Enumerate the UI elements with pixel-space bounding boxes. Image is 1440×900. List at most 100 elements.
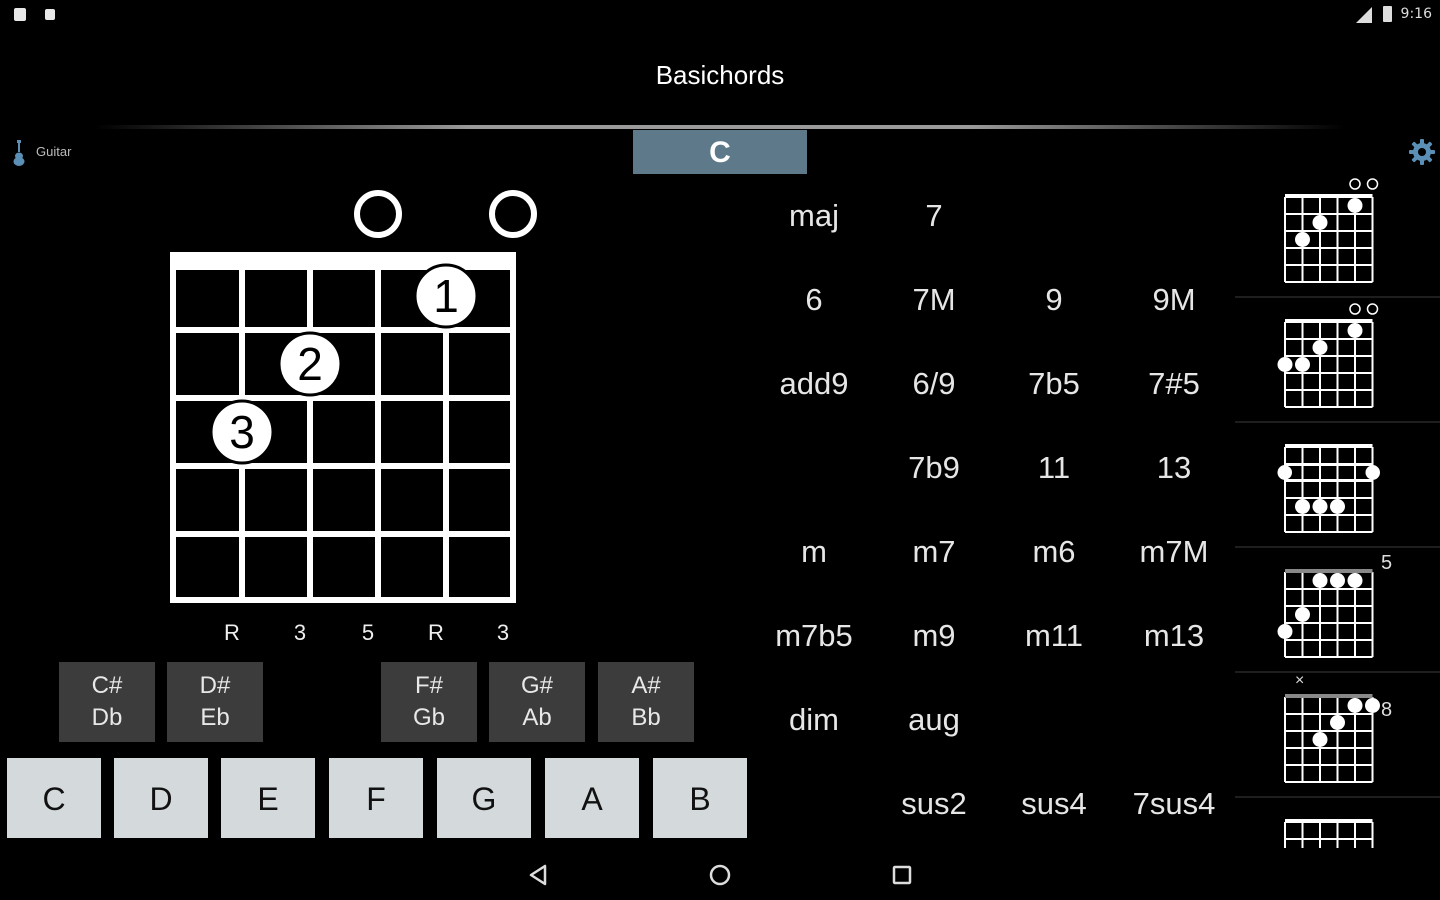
finger-dot: [1347, 698, 1363, 713]
chord-type-m6[interactable]: m6: [994, 534, 1114, 570]
chord-type-add9[interactable]: add9: [754, 366, 874, 402]
key-d[interactable]: D: [114, 758, 208, 838]
finger-dot: [1365, 465, 1380, 480]
chord-type-aug[interactable]: aug: [874, 702, 994, 738]
key-label-top: F#: [414, 672, 443, 699]
tone-label: 5: [361, 620, 375, 645]
chord-type-m[interactable]: m: [754, 534, 874, 570]
title-divider: [95, 125, 1345, 129]
chord-type-maj[interactable]: maj: [754, 198, 874, 234]
tone-label: 3: [293, 620, 307, 645]
fretboard-grid: 1 23: [170, 190, 537, 603]
finger-dot: [1312, 732, 1328, 747]
root-note-tab[interactable]: C: [633, 130, 807, 174]
key-label-top: A#: [631, 672, 661, 699]
chord-type-7sharp5[interactable]: 7#5: [1114, 366, 1234, 402]
chord-diagram-thumbnail[interactable]: 8 ×: [1235, 675, 1435, 793]
key-g[interactable]: G: [437, 758, 531, 838]
tone-label: 3: [496, 620, 510, 645]
finger-dot: [1330, 715, 1345, 730]
status-time: 9:16: [1400, 6, 1432, 22]
open-string-marker: [1366, 178, 1379, 190]
chord-type-13[interactable]: 13: [1114, 450, 1234, 486]
finger-dot: [1312, 340, 1328, 355]
key-f-sharp[interactable]: F# Gb: [381, 662, 477, 742]
diagram-divider: [1235, 296, 1440, 298]
chord-type-11[interactable]: 11: [994, 450, 1114, 486]
diagram-divider: [1235, 796, 1440, 798]
chord-type-7M[interactable]: 7M: [874, 282, 994, 318]
key-f[interactable]: F: [329, 758, 423, 838]
chord-type-sus2[interactable]: sus2: [874, 786, 994, 822]
chord-type-m13[interactable]: m13: [1114, 618, 1234, 654]
battery-icon: [1383, 6, 1392, 22]
key-label-bottom: Ab: [522, 704, 552, 731]
finger-dot: [1347, 573, 1363, 588]
diagram-divider: [1235, 546, 1440, 548]
key-label-bottom: Db: [91, 704, 123, 731]
key-b[interactable]: B: [653, 758, 747, 838]
signal-icon: [1356, 7, 1372, 23]
home-icon[interactable]: [705, 860, 735, 890]
finger-dot: [1295, 232, 1310, 247]
finger-dot: [1312, 573, 1328, 588]
back-icon[interactable]: [524, 860, 554, 890]
chord-diagram-thumbnail[interactable]: [1235, 800, 1435, 848]
chord-fretboard: 123 R 3 5 R 3: [150, 180, 550, 650]
chord-type-dim[interactable]: dim: [754, 702, 874, 738]
key-c[interactable]: C: [7, 758, 101, 838]
instrument-selector[interactable]: Guitar: [8, 138, 98, 166]
mini-fretboard: [1277, 444, 1380, 533]
diagram-divider: [1235, 671, 1440, 673]
settings-gear-icon[interactable]: [1408, 138, 1436, 166]
muted-string-marker: ×: [1295, 675, 1305, 689]
notification-icon: [14, 8, 26, 21]
key-label-top: D#: [199, 672, 231, 699]
chord-type-m7M[interactable]: m7M: [1114, 534, 1234, 570]
finger-dot: [1330, 573, 1345, 588]
tone-label: R: [428, 620, 444, 645]
finger-number: 1: [433, 270, 459, 322]
chord-type-7sus4[interactable]: 7sus4: [1114, 786, 1234, 822]
key-a[interactable]: A: [545, 758, 639, 838]
finger-dot: [1312, 499, 1328, 514]
chord-type-m7b5[interactable]: m7b5: [754, 618, 874, 654]
chord-diagram-thumbnail[interactable]: [1235, 175, 1435, 293]
chord-type-7[interactable]: 7: [874, 198, 994, 234]
open-string-marker: [1349, 303, 1361, 315]
finger-dot: [1278, 465, 1292, 480]
navigation-bar: [0, 850, 1440, 900]
finger-dot: [1277, 624, 1293, 639]
app-title: Basichords: [655, 60, 785, 90]
key-d-sharp[interactable]: D# Eb: [167, 662, 263, 742]
chord-type-9[interactable]: 9: [994, 282, 1114, 318]
finger-dot: [1295, 357, 1310, 372]
key-a-sharp[interactable]: A# Bb: [598, 662, 694, 742]
diagram-divider: [1235, 421, 1440, 423]
open-string-marker: [489, 190, 537, 238]
chord-diagram-thumbnail[interactable]: [1235, 300, 1435, 418]
diagram-position-label: 8: [1381, 699, 1393, 721]
finger-number: 3: [229, 406, 255, 458]
key-label-bottom: Eb: [200, 704, 230, 731]
key-label-top: C#: [91, 672, 123, 699]
chord-type-6[interactable]: 6: [754, 282, 874, 318]
status-bar: 9:16: [0, 0, 1440, 30]
chord-type-m11[interactable]: m11: [994, 618, 1114, 654]
key-g-sharp[interactable]: G# Ab: [489, 662, 585, 742]
chord-type-6-9[interactable]: 6/9: [874, 366, 994, 402]
key-c-sharp[interactable]: C# Db: [59, 662, 155, 742]
chord-diagram-thumbnail[interactable]: [1235, 425, 1435, 543]
chord-type-7b5[interactable]: 7b5: [994, 366, 1114, 402]
chord-diagram-thumbnail[interactable]: 5: [1235, 550, 1435, 668]
finger-dot: [1365, 698, 1380, 713]
chord-type-9M[interactable]: 9M: [1114, 282, 1234, 318]
key-e[interactable]: E: [221, 758, 315, 838]
finger-dot: [1295, 499, 1310, 514]
chord-type-sus4[interactable]: sus4: [994, 786, 1114, 822]
chord-type-m7[interactable]: m7: [874, 534, 994, 570]
finger-dot: [1347, 198, 1363, 213]
chord-type-7b9[interactable]: 7b9: [874, 450, 994, 486]
recents-icon[interactable]: [887, 860, 917, 890]
chord-type-m9[interactable]: m9: [874, 618, 994, 654]
